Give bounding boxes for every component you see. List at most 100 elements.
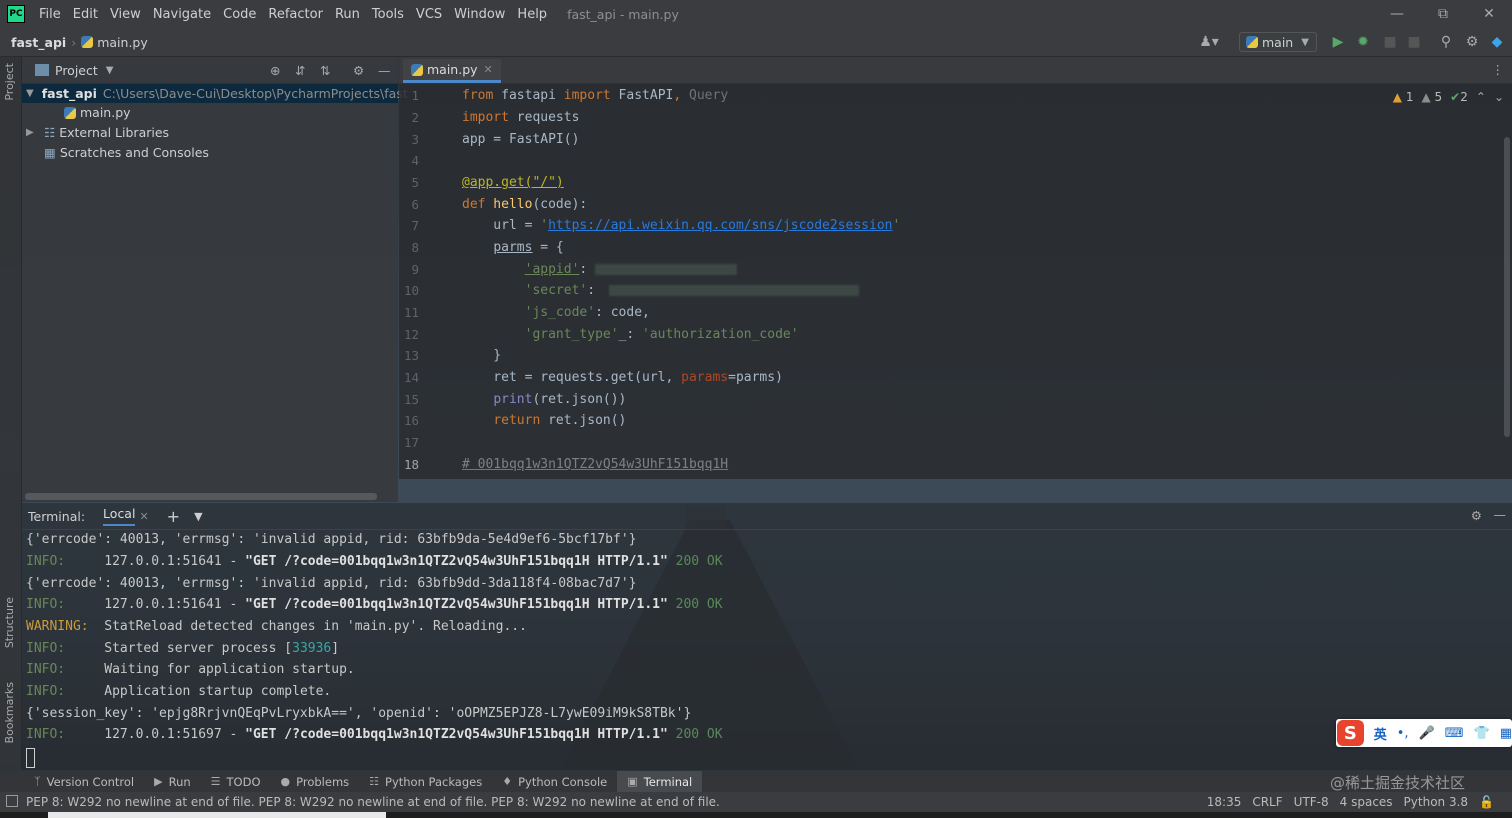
more-tabs-icon[interactable]: ⋮ [1492, 62, 1505, 77]
dict-key: 'grant_type' [524, 327, 619, 342]
ime-punctuation-icon[interactable]: •, [1397, 726, 1409, 741]
close-icon[interactable]: ✕ [1466, 0, 1512, 28]
tab-label: Run [168, 774, 191, 789]
menu-view[interactable]: View [104, 7, 147, 22]
menu-run[interactable]: Run [329, 7, 366, 22]
ime-toolbox-icon[interactable]: ▦ [1500, 726, 1512, 741]
client-address: 127.0.0.1:51641 - [65, 597, 246, 612]
tab-todo[interactable]: ☰ TODO [201, 771, 271, 792]
terminal-settings-gear-icon[interactable]: ⚙ [1471, 508, 1482, 523]
module-name: fastapi [493, 88, 564, 103]
line-number: 3 [411, 132, 419, 147]
indent-setting[interactable]: 4 spaces [1340, 795, 1393, 809]
ime-microphone-icon[interactable]: 🎤 [1419, 726, 1435, 741]
url-link[interactable]: https://api.weixin.qq.com/sns/jscode2ses… [548, 218, 892, 233]
tab-label: Problems [296, 774, 350, 789]
menu-navigate[interactable]: Navigate [147, 7, 217, 22]
terminal-output[interactable]: {'errcode': 40013, 'errmsg': 'invalid ap… [22, 530, 1512, 770]
sogou-ime-logo-icon[interactable]: S [1337, 720, 1364, 746]
code-area[interactable]: 1 2 3 4 5 6 7 8 9 10 11 12 13 14 15 16 1… [399, 85, 1512, 479]
client-address: 127.0.0.1:51641 - [65, 554, 246, 569]
code-line-2: import requests [462, 110, 579, 125]
menu-code[interactable]: Code [217, 7, 262, 22]
caret-position[interactable]: 18:35 [1207, 795, 1242, 809]
ime-language-toggle[interactable]: 英 [1374, 724, 1387, 743]
panel-settings-gear-icon[interactable]: ⚙ [353, 63, 364, 78]
restore-icon[interactable]: ⧉ [1420, 0, 1466, 28]
tab-terminal[interactable]: ▣ Terminal [617, 771, 703, 792]
lock-icon[interactable]: 🔓 [1479, 795, 1494, 809]
tab-version-control[interactable]: ᛉ Version Control [24, 771, 144, 792]
ime-toolbar[interactable]: S 英 •, 🎤 ⌨ 👕 ▦ [1336, 719, 1512, 747]
project-tool-button[interactable]: Project [3, 63, 16, 101]
horizontal-scrollbar[interactable] [25, 493, 377, 500]
project-panel-title[interactable]: Project [55, 63, 98, 78]
breadcrumb-file[interactable]: main.py [97, 35, 148, 50]
tree-item-scratches[interactable]: ▦ Scratches and Consoles [22, 143, 398, 162]
tree-item-fast-api[interactable]: ▼ fast_api C:\Users\Dave-Cui\Desktop\Pyc… [22, 84, 408, 103]
structure-tool-button[interactable]: Structure [3, 597, 16, 648]
expand-all-icon[interactable]: ⇵ [295, 63, 305, 78]
redacted-value [608, 285, 859, 296]
taskbar-highlight [48, 812, 386, 818]
line-number: 14 [403, 370, 419, 385]
python-interpreter[interactable]: Python 3.8 [1404, 795, 1469, 809]
tab-python-console[interactable]: ♦ Python Console [492, 771, 617, 792]
code-line-7: url = 'https://api.weixin.qq.com/sns/jsc… [462, 218, 900, 233]
status-message[interactable]: PEP 8: W292 no newline at end of file. P… [26, 795, 720, 809]
menu-refactor[interactable]: Refactor [262, 7, 329, 22]
minimize-icon[interactable]: — [1374, 0, 1420, 28]
code-text: : code, [595, 305, 650, 320]
breadcrumb-project[interactable]: fast_api [11, 35, 66, 50]
coverage-icon[interactable]: ■ [1382, 34, 1398, 50]
vertical-scrollbar[interactable] [1504, 137, 1510, 437]
new-tab-plus-icon[interactable]: + [167, 507, 180, 526]
debug-icon[interactable]: ✹ [1355, 34, 1371, 50]
tree-item-external-libraries[interactable]: ▶ ☷ External Libraries [22, 123, 398, 142]
menu-help[interactable]: Help [511, 7, 553, 22]
menu-edit[interactable]: Edit [67, 7, 104, 22]
collapse-all-icon[interactable]: ⇅ [320, 63, 330, 78]
python-icon [1246, 36, 1258, 48]
tab-python-packages[interactable]: ☷ Python Packages [359, 771, 492, 792]
user-icon[interactable]: ♟▾ [1196, 34, 1222, 50]
chevron-down-icon[interactable]: ▼ [106, 65, 114, 76]
close-tab-icon[interactable]: ✕ [139, 510, 148, 523]
tree-item-path: C:\Users\Dave-Cui\Desktop\PycharmProject… [102, 86, 408, 101]
close-tab-icon[interactable]: ✕ [484, 63, 493, 76]
menu-vcs[interactable]: VCS [410, 7, 448, 22]
terminal-line: WARNING: StatReload detected changes in … [26, 619, 527, 634]
status-bar: PEP 8: W292 no newline at end of file. P… [0, 792, 1512, 812]
run-configuration-select[interactable]: main ▼ [1239, 32, 1317, 52]
todo-list-icon: ☰ [210, 775, 221, 788]
tab-main-py[interactable]: main.py ✕ [403, 59, 501, 83]
run-icon[interactable]: ▶ [1330, 34, 1346, 50]
locate-file-icon[interactable]: ⊕ [270, 63, 280, 78]
hide-terminal-icon[interactable]: — [1494, 507, 1507, 522]
line-separator[interactable]: CRLF [1252, 795, 1282, 809]
ime-skin-icon[interactable]: 👕 [1474, 726, 1490, 741]
hide-panel-icon[interactable]: — [378, 63, 391, 78]
stop-icon[interactable]: ■ [1406, 34, 1422, 50]
ime-keyboard-icon[interactable]: ⌨ [1445, 726, 1464, 741]
bookmarks-tool-button[interactable]: Bookmarks [3, 682, 16, 743]
python-console-icon: ♦ [502, 775, 513, 788]
tree-item-main-py[interactable]: main.py [22, 103, 398, 122]
menu-window[interactable]: Window [448, 7, 511, 22]
settings-gear-icon[interactable]: ⚙ [1464, 34, 1480, 50]
chevron-down-icon[interactable]: ▼ [194, 510, 202, 523]
menu-tools[interactable]: Tools [366, 7, 410, 22]
jetbrains-toolbox-icon[interactable]: ◆ [1489, 34, 1505, 50]
line-number: 6 [411, 197, 419, 212]
tab-run[interactable]: ▶ Run [144, 771, 201, 792]
menu-file[interactable]: File [33, 7, 67, 22]
pycharm-logo-icon: PC [7, 5, 25, 23]
search-icon[interactable]: ⚲ [1438, 34, 1454, 50]
file-encoding[interactable]: UTF-8 [1294, 795, 1329, 809]
tab-problems[interactable]: ● Problems [271, 771, 360, 792]
tool-windows-toggle-icon[interactable] [6, 795, 18, 807]
line-number: 8 [411, 240, 419, 255]
status-widgets: 18:35 CRLF UTF-8 4 spaces Python 3.8 🔓 [1207, 792, 1494, 812]
terminal-tab-local[interactable]: Local [103, 506, 136, 526]
